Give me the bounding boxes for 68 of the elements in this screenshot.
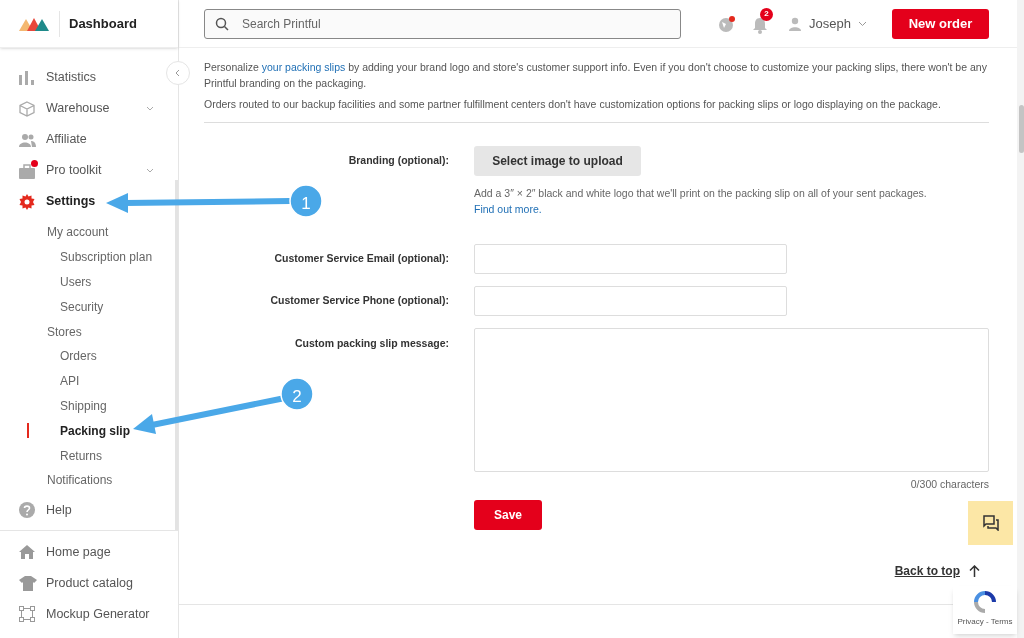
- chat-button[interactable]: [968, 501, 1013, 545]
- new-order-button[interactable]: New order: [892, 8, 989, 39]
- settings-icon: [19, 193, 35, 210]
- sidebar-subitem[interactable]: Stores: [47, 322, 82, 341]
- recaptcha-badge[interactable]: Privacy - Terms: [953, 586, 1017, 634]
- sidebar-item[interactable]: Pro toolkit: [46, 161, 102, 180]
- chevron-down-icon[interactable]: [857, 20, 867, 27]
- recaptcha-links[interactable]: Privacy - Terms: [957, 616, 1013, 628]
- input-field[interactable]: [474, 286, 787, 316]
- save-button[interactable]: Save: [474, 499, 542, 530]
- sidebar-item[interactable]: Home page: [46, 542, 111, 562]
- scrollbar-thumb[interactable]: [1018, 105, 1024, 153]
- tshirt-icon: [19, 575, 37, 591]
- user-name[interactable]: Joseph: [809, 13, 851, 34]
- sidebar-subitem[interactable]: Notifications: [47, 471, 113, 490]
- input-field[interactable]: [474, 244, 787, 274]
- home-icon: [19, 545, 35, 560]
- character-counter: 0/300 characters: [910, 477, 989, 492]
- message-field[interactable]: [474, 328, 989, 472]
- sidebar-item[interactable]: Settings: [46, 192, 96, 211]
- sidebar-subitem[interactable]: Orders: [60, 347, 97, 366]
- sidebar-item[interactable]: Affiliate: [46, 130, 87, 149]
- chat-icon: [982, 515, 999, 531]
- recaptcha-icon: [972, 589, 998, 615]
- sidebar-item[interactable]: Mockup Generator: [46, 604, 150, 624]
- bar-chart-icon: [19, 70, 35, 85]
- sidebar-item[interactable]: Product catalog: [46, 573, 133, 593]
- logo-icon[interactable]: [19, 16, 49, 31]
- people-icon: [19, 132, 36, 147]
- sidebar-item[interactable]: Warehouse: [46, 99, 110, 118]
- bell-icon[interactable]: [752, 15, 768, 34]
- sidebar-subitem[interactable]: Shipping: [60, 396, 107, 415]
- text-link[interactable]: your packing slips: [261, 61, 346, 73]
- annotation-number: 1: [300, 193, 312, 215]
- box-icon: [19, 100, 35, 117]
- search-field[interactable]: Search Printful: [204, 8, 681, 39]
- upload-button[interactable]: Select image to upload: [474, 146, 641, 176]
- sidebar-subitem[interactable]: Packing slip: [60, 421, 131, 440]
- page-title: Dashboard: [69, 14, 137, 33]
- field-label: Custom packing slip message:: [294, 336, 449, 351]
- back-to-top-link[interactable]: Back to top: [894, 561, 960, 580]
- arrow-up-icon[interactable]: [969, 564, 980, 577]
- search-icon: [215, 16, 229, 31]
- field-label: Branding (optional):: [348, 153, 449, 169]
- chevron-down-icon[interactable]: [146, 106, 154, 111]
- sidebar-subitem[interactable]: Security: [60, 297, 104, 316]
- help-icon: [19, 502, 35, 519]
- sidebar-subitem[interactable]: API: [60, 372, 80, 391]
- notification-badge: 2: [760, 7, 773, 21]
- sidebar-subitem[interactable]: Returns: [60, 446, 103, 465]
- hint-text: Add a 3″ × 2″ black and white logo that we'll print on the packing slip on all of your sent packages. Find out more.: [474, 186, 928, 217]
- user-icon[interactable]: [788, 16, 802, 31]
- field-label: Customer Service Email (optional):: [274, 251, 449, 267]
- sidebar-item[interactable]: Statistics: [46, 68, 96, 87]
- frame-icon: [19, 606, 35, 623]
- sidebar-subitem[interactable]: My account: [47, 223, 109, 242]
- notice-text: Orders routed to our backup facilities and some partner fulfillment centers don't have customization options for packing slips or logo displaying on the package.: [204, 97, 942, 112]
- sidebar-subitem[interactable]: Users: [60, 273, 92, 291]
- text-link[interactable]: Find out more.: [474, 203, 542, 215]
- collapse-sidebar-button[interactable]: [166, 61, 190, 85]
- chevron-down-icon[interactable]: [146, 168, 154, 173]
- chevron-left-icon: [174, 69, 182, 77]
- sidebar-subitem[interactable]: Subscription plan: [60, 248, 153, 267]
- annotation-number: 2: [291, 386, 303, 408]
- intro-text: Personalize your packing slips by adding your brand logo and store's customer support info. Even if you don't choose to customize your packing slips, there won't be any Printful branding on the packaging.: [204, 60, 988, 91]
- field-label: Customer Service Phone (optional):: [270, 293, 449, 309]
- sidebar-item[interactable]: Help: [46, 500, 72, 520]
- toolbox-icon: [19, 162, 37, 179]
